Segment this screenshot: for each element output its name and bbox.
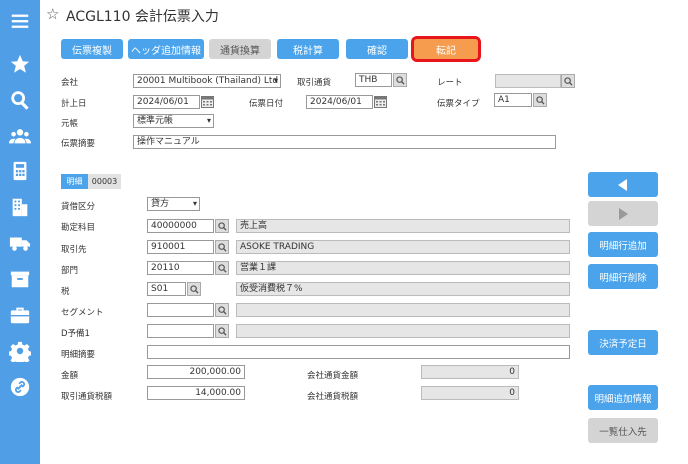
- segment-search-icon[interactable]: [215, 303, 229, 317]
- tax-search-icon[interactable]: [187, 282, 201, 296]
- document-type-search-icon[interactable]: [533, 93, 547, 107]
- ledger-label: 元帳: [61, 119, 79, 129]
- chevron-down-icon: ▾: [192, 199, 197, 208]
- copy-voucher-button[interactable]: 伝票複製: [61, 39, 123, 59]
- calculator-icon[interactable]: [0, 155, 40, 187]
- partner-name: ASOKE TRADING: [236, 240, 570, 254]
- box-icon[interactable]: [0, 263, 40, 295]
- building-icon[interactable]: [0, 191, 40, 223]
- ledger-select[interactable]: 標準元帳 ▾: [133, 114, 214, 128]
- posting-date-label: 計上日: [61, 99, 87, 109]
- d-reserve-label: D予備1: [61, 329, 90, 339]
- partner-code-input[interactable]: 910001: [147, 240, 214, 254]
- posting-date-calendar-icon[interactable]: [201, 95, 214, 108]
- company-label: 会社: [61, 78, 79, 88]
- payment-date-button[interactable]: 決済予定日: [588, 330, 658, 355]
- detail-add-info-button[interactable]: 明細追加情報: [588, 385, 658, 410]
- document-date-input[interactable]: 2024/06/01: [306, 95, 373, 109]
- page-title: ACGL110 会計伝票入力: [66, 9, 219, 25]
- debit-credit-select[interactable]: 貸方 ▾: [147, 197, 200, 211]
- bulk-purchase-button[interactable]: 一覧仕入先: [588, 418, 658, 443]
- briefcase-icon[interactable]: [0, 299, 40, 331]
- line-summary-label: 明細摘要: [61, 350, 96, 360]
- rate-search-icon[interactable]: [561, 74, 575, 88]
- header-add-info-button[interactable]: ヘッダ追加情報: [128, 39, 204, 59]
- segment-label: セグメント: [61, 308, 104, 318]
- arrow-left-icon: [618, 178, 627, 191]
- tax-label: 税: [61, 287, 70, 297]
- company-value: 20001 Multibook (Thailand) Ltd: [137, 76, 279, 86]
- d-reserve-code-input[interactable]: [147, 324, 214, 338]
- d-reserve-name: [236, 324, 570, 338]
- document-type-label: 伝票タイプ: [437, 99, 480, 109]
- partner-label: 取引先: [61, 245, 87, 255]
- department-label: 部門: [61, 266, 79, 276]
- account-name: 売上高: [236, 219, 570, 233]
- account-search-icon[interactable]: [215, 219, 229, 233]
- tax-code-input[interactable]: S01: [147, 282, 186, 296]
- account-label: 勘定科目: [61, 223, 96, 233]
- debit-credit-value: 貸方: [151, 199, 170, 209]
- truck-icon[interactable]: [0, 227, 40, 259]
- company-select[interactable]: 20001 Multibook (Thailand) Ltd ▾: [133, 74, 281, 88]
- partner-search-icon[interactable]: [215, 240, 229, 254]
- department-name: 営業１課: [236, 261, 570, 275]
- star-icon[interactable]: [0, 48, 40, 80]
- summary-input[interactable]: 操作マニュアル: [133, 135, 556, 149]
- rate-input[interactable]: [495, 74, 561, 88]
- account-code-input[interactable]: 40000000: [147, 219, 214, 233]
- document-type-input[interactable]: A1: [494, 93, 532, 107]
- menu-icon[interactable]: [0, 5, 40, 37]
- confirm-button[interactable]: 確認: [346, 39, 408, 59]
- amount-label: 金額: [61, 371, 79, 381]
- sidebar: [0, 0, 40, 464]
- posting-date-input[interactable]: 2024/06/01: [133, 95, 200, 109]
- gear-icon[interactable]: [0, 335, 40, 367]
- arrow-right-icon: [619, 207, 628, 220]
- title-bar: ☆ ACGL110 会計伝票入力: [40, 0, 688, 30]
- delete-line-button[interactable]: 明細行削除: [588, 264, 658, 289]
- tax-name: 仮受消費税７%: [236, 282, 570, 296]
- trade-tax-label: 取引通貨税額: [61, 392, 113, 402]
- document-date-label: 伝票日付: [249, 99, 284, 109]
- segment-code-input[interactable]: [147, 303, 214, 317]
- segment-name: [236, 303, 570, 317]
- company-tax-label: 会社通貨税額: [307, 392, 359, 402]
- chevron-down-icon: ▾: [273, 76, 278, 85]
- tax-calc-button[interactable]: 税計算: [277, 39, 339, 59]
- company-tax-value: 0: [421, 386, 519, 400]
- prev-line-button[interactable]: [588, 172, 658, 197]
- trade-currency-search-icon[interactable]: [393, 73, 407, 87]
- rate-label: レート: [437, 78, 463, 88]
- link-icon[interactable]: [0, 371, 40, 403]
- company-amount-value: 0: [421, 365, 519, 379]
- amount-input[interactable]: 200,000.00: [147, 365, 245, 379]
- next-line-button[interactable]: [588, 201, 658, 226]
- department-search-icon[interactable]: [215, 261, 229, 275]
- company-amount-label: 会社通貨金額: [307, 371, 359, 381]
- summary-label: 伝票摘要: [61, 139, 96, 149]
- trade-tax-input[interactable]: 14,000.00: [147, 386, 245, 400]
- trade-currency-label: 取引通貨: [297, 78, 332, 88]
- favorite-star-icon[interactable]: ☆: [46, 5, 59, 23]
- search-icon[interactable]: [0, 84, 40, 116]
- ledger-value: 標準元帳: [137, 116, 174, 126]
- document-date-calendar-icon[interactable]: [374, 95, 387, 108]
- users-icon[interactable]: [0, 120, 40, 152]
- tab-line-number[interactable]: 00003: [88, 174, 121, 189]
- trade-currency-input[interactable]: THB: [355, 73, 392, 87]
- debit-credit-label: 貸借区分: [61, 202, 96, 212]
- currency-convert-button[interactable]: 通貨換算: [209, 39, 271, 59]
- chevron-down-icon: ▾: [206, 116, 211, 125]
- post-button[interactable]: 転記: [411, 36, 481, 62]
- add-line-button[interactable]: 明細行追加: [588, 232, 658, 257]
- department-code-input[interactable]: 20110: [147, 261, 214, 275]
- tab-detail[interactable]: 明細: [61, 174, 88, 189]
- line-summary-input[interactable]: [147, 345, 570, 359]
- d-reserve-search-icon[interactable]: [215, 324, 229, 338]
